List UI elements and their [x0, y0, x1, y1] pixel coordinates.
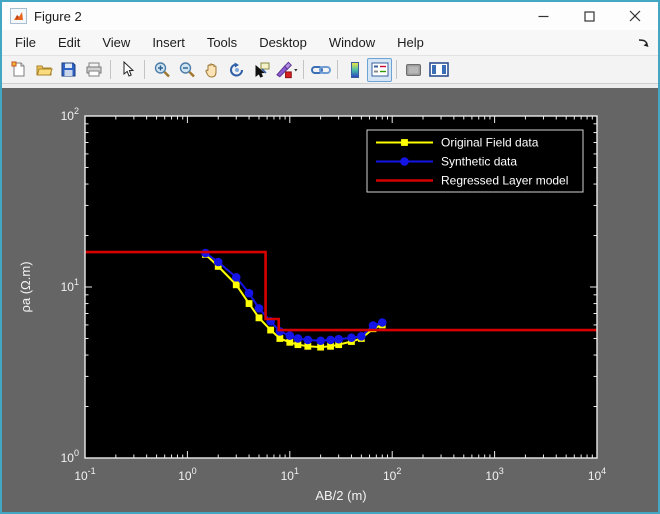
toolbar-separator: [144, 60, 145, 79]
printer-icon: [85, 61, 103, 78]
magnifier-plus-icon: [153, 61, 171, 79]
synthetic-data-marker: [357, 332, 366, 341]
y-tick-label: 100: [61, 448, 79, 465]
floppy-disk-icon: [60, 61, 77, 78]
new-document-icon: [10, 61, 27, 78]
dock-window-icon: [429, 62, 449, 77]
minimize-button[interactable]: [520, 2, 566, 30]
original-field-data-marker: [267, 327, 274, 334]
ves-sounding-plot: 10-1100101102103104100101102AB/2 (m)ρa (…: [2, 88, 658, 512]
x-axis-label: AB/2 (m): [315, 488, 366, 503]
legend-original-field-data-marker: [401, 139, 408, 146]
legend-label-regressed-layer-model: Regressed Layer model: [441, 174, 568, 188]
insert-colorbar-button[interactable]: [342, 58, 367, 82]
x-tick-label: 103: [485, 466, 503, 483]
datatip-icon: [253, 61, 271, 79]
open-file-button[interactable]: [31, 58, 56, 82]
legend-label-synthetic-data: Synthetic data: [441, 155, 517, 169]
titlebar: Figure 2: [2, 2, 658, 30]
synthetic-data-marker: [369, 321, 378, 330]
x-tick-label: 101: [281, 466, 299, 483]
synthetic-data-marker: [286, 331, 295, 340]
synthetic-data-marker: [294, 334, 303, 343]
link-plot-button[interactable]: [308, 58, 333, 82]
synthetic-data-marker: [347, 333, 356, 342]
toolbar-separator: [110, 60, 111, 79]
synthetic-data-marker: [316, 336, 325, 345]
x-tick-label: 100: [178, 466, 196, 483]
close-button[interactable]: [612, 2, 658, 30]
zoom-out-button[interactable]: [174, 58, 199, 82]
menu-edit[interactable]: Edit: [47, 31, 91, 54]
print-figure-button[interactable]: [81, 58, 106, 82]
original-field-data-marker: [246, 300, 253, 307]
synthetic-data-marker: [232, 273, 241, 282]
rotate-3d-button[interactable]: [224, 58, 249, 82]
colorbar-icon: [348, 61, 362, 79]
dock-figure-arrow-icon: [638, 38, 650, 48]
pan-button[interactable]: [199, 58, 224, 82]
toolbar-separator: [396, 60, 397, 79]
data-cursor-button[interactable]: [249, 58, 274, 82]
rotate-arrow-icon: [228, 61, 246, 79]
menu-desktop[interactable]: Desktop: [248, 31, 318, 54]
matlab-logo-icon: [10, 8, 27, 24]
insert-legend-button[interactable]: [367, 58, 392, 82]
synthetic-data-marker: [326, 336, 335, 345]
hand-icon: [203, 61, 221, 79]
x-tick-label: 10-1: [74, 466, 95, 483]
toolbar-separator: [303, 60, 304, 79]
y-axis-label: ρa (Ω.m): [18, 261, 33, 312]
arrow-cursor-icon: [120, 61, 135, 78]
x-tick-label: 102: [383, 466, 401, 483]
plot-tools-off-icon: [405, 63, 422, 77]
menu-insert[interactable]: Insert: [141, 31, 196, 54]
menu-file[interactable]: File: [2, 31, 47, 54]
y-tick-label: 101: [61, 277, 79, 294]
legend-icon: [371, 62, 389, 77]
chain-link-icon: [311, 62, 331, 78]
edit-plot-button[interactable]: [115, 58, 140, 82]
toolbar-separator: [337, 60, 338, 79]
synthetic-data-marker: [304, 336, 313, 345]
synthetic-data-marker: [214, 258, 223, 267]
show-plot-tools-dock-button[interactable]: [426, 58, 451, 82]
brush-data-button[interactable]: [274, 58, 299, 82]
minimize-icon: [538, 11, 549, 22]
original-field-data-marker: [233, 281, 240, 288]
save-figure-button[interactable]: [56, 58, 81, 82]
figure-canvas: 10-1100101102103104100101102AB/2 (m)ρa (…: [2, 88, 658, 512]
menu-help[interactable]: Help: [386, 31, 435, 54]
magnifier-minus-icon: [178, 61, 196, 79]
original-field-data-marker: [256, 314, 263, 321]
window-title: Figure 2: [34, 9, 82, 24]
brush-icon: [275, 61, 298, 79]
legend[interactable]: Original Field data Synthetic data Regress…: [367, 130, 583, 192]
menu-window[interactable]: Window: [318, 31, 386, 54]
synthetic-data-marker: [334, 335, 343, 344]
new-figure-button[interactable]: [6, 58, 31, 82]
synthetic-data-marker: [245, 289, 254, 298]
maximize-button[interactable]: [566, 2, 612, 30]
original-field-data-marker: [286, 339, 293, 346]
synthetic-data-marker: [378, 318, 387, 327]
synthetic-data-marker: [255, 304, 264, 313]
open-folder-icon: [35, 61, 53, 78]
menu-view[interactable]: View: [91, 31, 141, 54]
maximize-icon: [584, 11, 595, 22]
menubar: File Edit View Insert Tools Desktop Wind…: [2, 30, 658, 56]
x-tick-label: 104: [588, 466, 606, 483]
zoom-in-button[interactable]: [149, 58, 174, 82]
close-icon: [629, 10, 641, 22]
hide-plot-tools-button[interactable]: [401, 58, 426, 82]
legend-label-original-field-data: Original Field data: [441, 136, 539, 150]
figure-toolbar: [2, 56, 658, 84]
original-field-data-marker: [276, 335, 283, 342]
menu-tools[interactable]: Tools: [196, 31, 248, 54]
y-tick-label: 102: [61, 106, 79, 123]
legend-synthetic-data-marker: [400, 157, 409, 166]
figure-window: Figure 2 File Edit View Insert Tools Des…: [0, 0, 660, 514]
dock-figure-arrow-button[interactable]: [638, 38, 658, 48]
